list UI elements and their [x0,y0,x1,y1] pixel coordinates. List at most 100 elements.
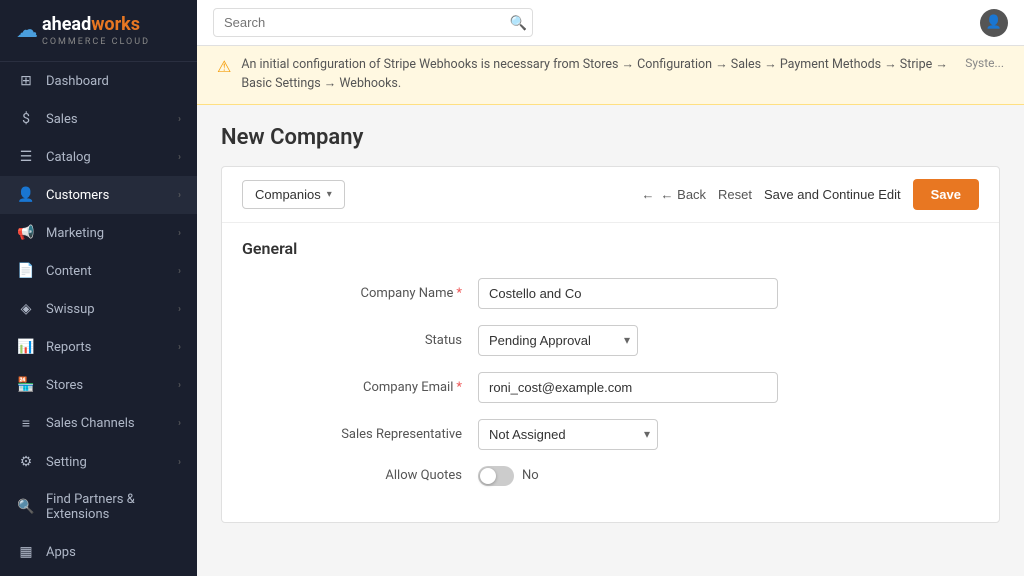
logo-ahead: ahead [42,14,91,35]
content-icon: 📄 [16,263,36,279]
sidebar-item-label: Sales Channels [46,416,178,431]
sidebar-item-swissup[interactable]: ◈ Swissup › [0,290,197,328]
topbar: 🔍 👤 [197,0,1024,46]
stores-icon: 🏪 [16,377,36,393]
catalog-icon: ☰ [16,149,36,165]
sales-rep-select[interactable]: Not Assigned [478,419,658,450]
chevron-right-icon: › [178,418,181,429]
back-arrow-icon: ← [642,187,655,202]
chevron-down-icon: ▾ [327,189,332,200]
search-wrap: 🔍 [213,8,533,37]
sidebar-item-customers[interactable]: 👤 Customers › [0,176,197,214]
company-email-label: Company Email* [262,380,462,395]
alert-system-label: Syste... [965,56,1004,70]
breadcrumb-label: Companios [255,187,321,202]
sidebar-item-stores[interactable]: 🏪 Stores › [0,366,197,404]
setting-icon: ⚙ [16,454,36,470]
alert-message: An initial configuration of Stripe Webho… [241,56,955,94]
warning-icon: ⚠ [217,57,231,76]
form-row-company-name: Company Name* [262,278,959,309]
logo: ☁ aheadworks COMMERCE CLOUD [0,0,197,62]
sidebar-item-sales[interactable]: $ Sales › [0,100,197,138]
sidebar-item-catalog[interactable]: ☰ Catalog › [0,138,197,176]
sidebar-nav: ⊞ Dashboard $ Sales › ☰ Catalog › 👤 Cust… [0,62,197,576]
sidebar-item-marketing[interactable]: 📢 Marketing › [0,214,197,252]
chevron-right-icon: › [178,114,181,125]
logo-cloud-icon: ☁ [16,18,38,43]
allow-quotes-value: No [522,468,539,483]
sidebar-item-sales-channels[interactable]: ≡ Sales Channels › [0,404,197,443]
chevron-right-icon: › [178,266,181,277]
company-name-input[interactable] [478,278,778,309]
sidebar-item-label: Swissup [46,302,178,317]
sidebar-item-label: Catalog [46,150,178,165]
sidebar-item-reports[interactable]: 📊 Reports › [0,328,197,366]
breadcrumb-button[interactable]: Companios ▾ [242,180,345,209]
sales-rep-label: Sales Representative [262,427,462,442]
card-toolbar: Companios ▾ ← ← Back Reset Save and Cont… [222,167,999,223]
reset-button[interactable]: Reset [718,187,752,202]
sales-rep-select-wrap: Not Assigned [478,419,658,450]
section-title-general: General [222,223,999,266]
apps-icon: ▦ [16,544,36,560]
alert-banner: ⚠ An initial configuration of Stripe Web… [197,46,1024,105]
reports-icon: 📊 [16,339,36,355]
chevron-right-icon: › [178,342,181,353]
customers-icon: 👤 [16,187,36,203]
sidebar-item-label: Sales [46,112,178,127]
company-name-label: Company Name* [262,286,462,301]
chevron-right-icon: › [178,228,181,239]
chevron-right-icon: › [178,190,181,201]
sidebar-item-find-partners[interactable]: 🔍 Find Partners & Extensions [0,481,197,533]
sidebar-item-content[interactable]: 📄 Content › [0,252,197,290]
sidebar-item-label: Marketing [46,226,178,241]
allow-quotes-label: Allow Quotes [262,468,462,483]
sidebar-item-label: Find Partners & Extensions [46,492,181,522]
save-button[interactable]: Save [913,179,979,210]
form-row-sales-rep: Sales Representative Not Assigned [262,419,959,450]
sidebar-item-setting[interactable]: ⚙ Setting › [0,443,197,481]
toggle-wrap: No [478,466,539,486]
sidebar-item-label: Apps [46,545,181,560]
sales-channels-icon: ≡ [16,415,36,432]
chevron-right-icon: › [178,457,181,468]
marketing-icon: 📢 [16,225,36,241]
form-row-status: Status Pending Approval Active Inactive [262,325,959,356]
chevron-right-icon: › [178,152,181,163]
allow-quotes-toggle[interactable] [478,466,514,486]
sidebar-item-label: Content [46,264,178,279]
sidebar-item-label: Reports [46,340,178,355]
back-button[interactable]: ← ← Back [642,187,707,202]
user-avatar[interactable]: 👤 [980,9,1008,37]
sidebar-item-label: Customers [46,188,178,203]
company-email-input[interactable] [478,372,778,403]
search-button[interactable]: 🔍 [510,14,527,31]
swissup-icon: ◈ [16,301,36,317]
sidebar-item-label: Setting [46,455,178,470]
save-continue-button[interactable]: Save and Continue Edit [764,187,901,202]
chevron-right-icon: › [178,304,181,315]
logo-works: works [91,14,140,35]
toggle-knob [480,468,496,484]
sidebar-item-apps[interactable]: ▦ Apps [0,533,197,571]
sidebar-item-dashboard[interactable]: ⊞ Dashboard [0,62,197,100]
page-content: New Company Companios ▾ ← ← Back Reset S… [197,105,1024,576]
form-section: Company Name* Status Pending Approval Ac… [222,266,999,522]
form-row-allow-quotes: Allow Quotes No [262,466,959,486]
find-partners-icon: 🔍 [16,499,36,515]
sidebar: ☁ aheadworks COMMERCE CLOUD ⊞ Dashboard … [0,0,197,576]
chevron-right-icon: › [178,380,181,391]
back-label: ← Back [661,187,707,202]
sidebar-item-label: Stores [46,378,178,393]
status-select[interactable]: Pending Approval Active Inactive [478,325,638,356]
search-input[interactable] [213,8,533,37]
page-title: New Company [221,125,1000,150]
dashboard-icon: ⊞ [16,73,36,89]
main-content: 🔍 👤 ⚠ An initial configuration of Stripe… [197,0,1024,576]
form-card: Companios ▾ ← ← Back Reset Save and Cont… [221,166,1000,523]
status-label: Status [262,333,462,348]
sales-icon: $ [16,111,36,127]
status-select-wrap: Pending Approval Active Inactive [478,325,638,356]
sidebar-item-label: Dashboard [46,74,181,89]
form-row-company-email: Company Email* [262,372,959,403]
